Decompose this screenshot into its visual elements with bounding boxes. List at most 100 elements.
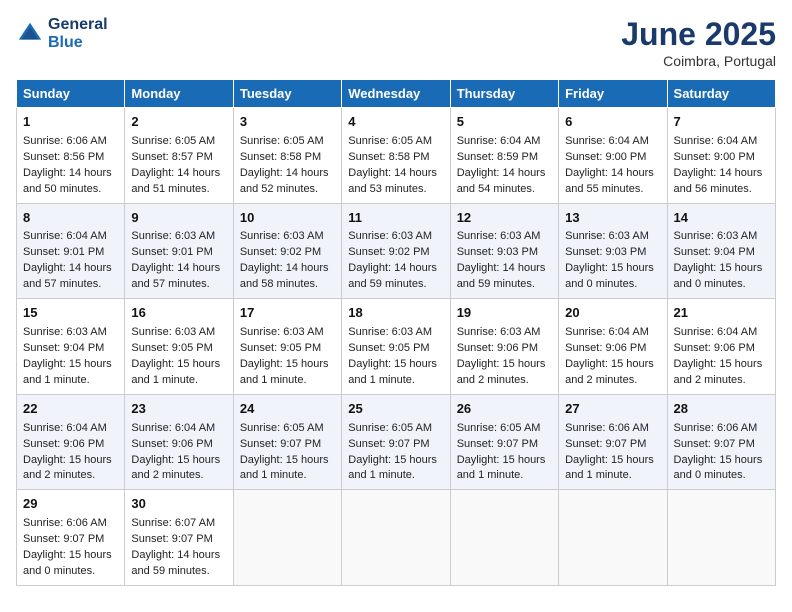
daylight-text: Daylight: 15 hours and 2 minutes. bbox=[457, 358, 546, 386]
month-title: June 2025 bbox=[621, 16, 776, 53]
daylight-text: Daylight: 15 hours and 2 minutes. bbox=[131, 454, 220, 482]
sunrise-text: Sunrise: 6:04 AM bbox=[674, 326, 758, 338]
sunset-text: Sunset: 9:03 PM bbox=[457, 246, 538, 258]
sunset-text: Sunset: 9:07 PM bbox=[457, 438, 538, 450]
logo-text-general: General bbox=[48, 16, 108, 34]
calendar-cell: 19 Sunrise: 6:03 AM Sunset: 9:06 PM Dayligh… bbox=[450, 299, 558, 395]
calendar-cell: 7Sunrise: 6:04 AMSunset: 9:00 PMDaylight… bbox=[667, 108, 775, 204]
logo-text-blue: Blue bbox=[48, 34, 108, 52]
calendar-cell: 28Sunrise: 6:06 AMSunset: 9:07 PMDayligh… bbox=[667, 394, 775, 490]
daylight-text: Daylight: 14 hours and 58 minutes. bbox=[240, 262, 329, 290]
day-number: 9 bbox=[131, 209, 226, 228]
calendar-cell bbox=[667, 490, 775, 586]
daylight-text: Daylight: 15 hours and 1 minute. bbox=[348, 358, 437, 386]
daylight-text: Daylight: 14 hours and 55 minutes. bbox=[565, 167, 654, 195]
sunrise-text: Sunrise: 6:05 AM bbox=[240, 135, 324, 147]
daylight-text: Daylight: 15 hours and 2 minutes. bbox=[23, 454, 112, 482]
sunset-text: Sunset: 8:58 PM bbox=[348, 151, 429, 163]
sunset-text: Sunset: 9:04 PM bbox=[674, 246, 755, 258]
calendar-cell: 24Sunrise: 6:05 AMSunset: 9:07 PMDayligh… bbox=[233, 394, 341, 490]
sunrise-text: Sunrise: 6:03 AM bbox=[565, 230, 649, 242]
day-number: 5 bbox=[457, 113, 552, 132]
header-monday: Monday bbox=[125, 80, 233, 108]
sunrise-text: Sunrise: 6:04 AM bbox=[23, 422, 107, 434]
sunset-text: Sunset: 9:02 PM bbox=[240, 246, 321, 258]
day-number: 8 bbox=[23, 209, 118, 228]
calendar-cell bbox=[450, 490, 558, 586]
daylight-text: Daylight: 14 hours and 52 minutes. bbox=[240, 167, 329, 195]
calendar-cell: 8Sunrise: 6:04 AMSunset: 9:01 PMDaylight… bbox=[17, 203, 125, 299]
sunset-text: Sunset: 8:58 PM bbox=[240, 151, 321, 163]
calendar-cell: 5Sunrise: 6:04 AMSunset: 8:59 PMDaylight… bbox=[450, 108, 558, 204]
header-friday: Friday bbox=[559, 80, 667, 108]
daylight-text: Daylight: 14 hours and 57 minutes. bbox=[131, 262, 220, 290]
calendar-cell: 9Sunrise: 6:03 AMSunset: 9:01 PMDaylight… bbox=[125, 203, 233, 299]
sunrise-text: Sunrise: 6:03 AM bbox=[131, 326, 215, 338]
day-number: 1 bbox=[23, 113, 118, 132]
daylight-text: Daylight: 14 hours and 54 minutes. bbox=[457, 167, 546, 195]
sunset-text: Sunset: 9:07 PM bbox=[240, 438, 321, 450]
day-number: 3 bbox=[240, 113, 335, 132]
day-number: 22 bbox=[23, 400, 118, 419]
sunrise-text: Sunrise: 6:03 AM bbox=[240, 326, 324, 338]
sunrise-text: Sunrise: 6:03 AM bbox=[674, 230, 758, 242]
sunset-text: Sunset: 8:57 PM bbox=[131, 151, 212, 163]
sunset-text: Sunset: 9:06 PM bbox=[565, 342, 646, 354]
calendar-cell: 6Sunrise: 6:04 AMSunset: 9:00 PMDaylight… bbox=[559, 108, 667, 204]
daylight-text: Daylight: 14 hours and 51 minutes. bbox=[131, 167, 220, 195]
daylight-text: Daylight: 15 hours and 1 minute. bbox=[457, 454, 546, 482]
header-tuesday: Tuesday bbox=[233, 80, 341, 108]
sunrise-text: Sunrise: 6:04 AM bbox=[565, 326, 649, 338]
sunrise-text: Sunrise: 6:04 AM bbox=[23, 230, 107, 242]
sunrise-text: Sunrise: 6:06 AM bbox=[565, 422, 649, 434]
calendar-table: Sunday Monday Tuesday Wednesday Thursday… bbox=[16, 79, 776, 586]
calendar-cell: 22 Sunrise: 6:04 AM Sunset: 9:06 PM Dayligh… bbox=[17, 394, 125, 490]
calendar-cell: 26 Sunrise: 6:05 AM Sunset: 9:07 PM Dayligh… bbox=[450, 394, 558, 490]
sunrise-text: Sunrise: 6:05 AM bbox=[348, 135, 432, 147]
sunrise-text: Sunrise: 6:07 AM bbox=[131, 517, 215, 529]
sunset-text: Sunset: 9:01 PM bbox=[131, 246, 212, 258]
daylight-text: Daylight: 15 hours and 2 minutes. bbox=[565, 358, 654, 386]
day-number: 23 bbox=[131, 400, 226, 419]
calendar-cell: 25Sunrise: 6:05 AMSunset: 9:07 PMDayligh… bbox=[342, 394, 450, 490]
day-number: 10 bbox=[240, 209, 335, 228]
sunset-text: Sunset: 9:06 PM bbox=[23, 438, 104, 450]
calendar-row: 8 Sunrise: 6:04 AM Sunset: 9:01 PM Daylight… bbox=[17, 203, 776, 299]
sunset-text: Sunset: 9:06 PM bbox=[457, 342, 538, 354]
sunrise-text: Sunrise: 6:05 AM bbox=[457, 422, 541, 434]
header-saturday: Saturday bbox=[667, 80, 775, 108]
sunset-text: Sunset: 9:07 PM bbox=[348, 438, 429, 450]
day-number: 21 bbox=[674, 304, 769, 323]
title-block: June 2025 Coimbra, Portugal bbox=[621, 16, 776, 69]
day-number: 19 bbox=[457, 304, 552, 323]
daylight-text: Daylight: 15 hours and 1 minute. bbox=[240, 358, 329, 386]
logo-icon bbox=[16, 20, 44, 48]
calendar-cell: 12Sunrise: 6:03 AMSunset: 9:03 PMDayligh… bbox=[450, 203, 558, 299]
daylight-text: Daylight: 15 hours and 0 minutes. bbox=[23, 549, 112, 577]
sunset-text: Sunset: 9:07 PM bbox=[565, 438, 646, 450]
sunset-text: Sunset: 8:59 PM bbox=[457, 151, 538, 163]
calendar-cell bbox=[233, 490, 341, 586]
calendar-cell bbox=[559, 490, 667, 586]
calendar-cell: 18Sunrise: 6:03 AMSunset: 9:05 PMDayligh… bbox=[342, 299, 450, 395]
daylight-text: Daylight: 15 hours and 1 minute. bbox=[348, 454, 437, 482]
day-number: 28 bbox=[674, 400, 769, 419]
calendar-cell: 11Sunrise: 6:03 AMSunset: 9:02 PMDayligh… bbox=[342, 203, 450, 299]
sunset-text: Sunset: 9:00 PM bbox=[565, 151, 646, 163]
day-number: 14 bbox=[674, 209, 769, 228]
calendar-cell: 10Sunrise: 6:03 AMSunset: 9:02 PMDayligh… bbox=[233, 203, 341, 299]
day-number: 26 bbox=[457, 400, 552, 419]
sunset-text: Sunset: 9:06 PM bbox=[131, 438, 212, 450]
sunset-text: Sunset: 9:04 PM bbox=[23, 342, 104, 354]
sunrise-text: Sunrise: 6:04 AM bbox=[131, 422, 215, 434]
calendar-cell bbox=[342, 490, 450, 586]
day-number: 17 bbox=[240, 304, 335, 323]
calendar-cell: 2Sunrise: 6:05 AMSunset: 8:57 PMDaylight… bbox=[125, 108, 233, 204]
calendar-row: 15Sunrise: 6:03 AMSunset: 9:04 PMDayligh… bbox=[17, 299, 776, 395]
daylight-text: Daylight: 14 hours and 56 minutes. bbox=[674, 167, 763, 195]
daylight-text: Daylight: 14 hours and 57 minutes. bbox=[23, 262, 112, 290]
calendar-cell: 15Sunrise: 6:03 AMSunset: 9:04 PMDayligh… bbox=[17, 299, 125, 395]
day-number: 18 bbox=[348, 304, 443, 323]
calendar-cell: 14Sunrise: 6:03 AMSunset: 9:04 PMDayligh… bbox=[667, 203, 775, 299]
sunrise-text: Sunrise: 6:03 AM bbox=[457, 326, 541, 338]
